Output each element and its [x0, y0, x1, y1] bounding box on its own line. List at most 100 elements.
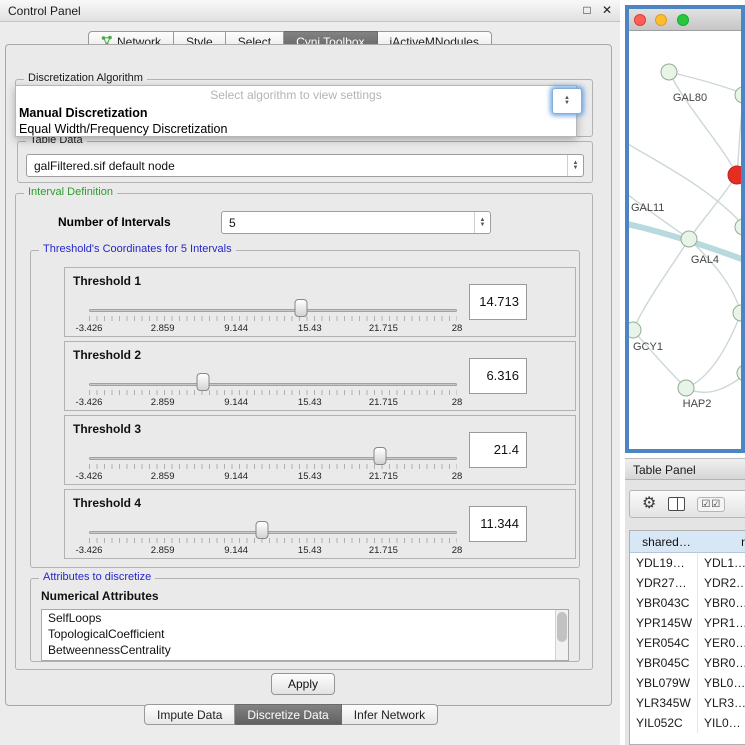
slider-ticks	[89, 464, 457, 469]
close-window-icon[interactable]	[634, 14, 646, 26]
threshold-2-slider[interactable]	[89, 376, 457, 396]
table-row[interactable]: YER054C YER0…	[630, 633, 745, 653]
cell-shared-name[interactable]: YDR27…	[630, 573, 698, 593]
selected-red-node[interactable]	[728, 166, 741, 184]
number-of-intervals-label: Number of Intervals	[58, 215, 171, 229]
network-canvas[interactable]: GAL80 GAL11 GAL4 GCY1 HAP2	[629, 31, 741, 449]
slider-scale-labels: -3.426 2.859 9.144 15.43 21.715 28	[89, 545, 457, 557]
scrollbar-thumb[interactable]	[557, 612, 567, 642]
scale-label: 2.859	[151, 323, 175, 334]
scale-label: 2.859	[151, 471, 175, 482]
threshold-1-slider-thumb[interactable]	[295, 299, 308, 317]
panel-title: Control Panel	[8, 4, 81, 18]
cell-name[interactable]: YIL0…	[698, 713, 745, 733]
algorithm-option-equal-width-frequency[interactable]: Equal Width/Frequency Discretization	[16, 121, 576, 137]
tab-discretize-data[interactable]: Discretize Data	[235, 704, 341, 725]
scale-label: 28	[452, 471, 463, 482]
cell-name[interactable]: YBR0…	[698, 653, 745, 673]
algorithm-dropdown-popup: Select algorithm to view settings Manual…	[15, 85, 577, 137]
node-label: HAP2	[683, 398, 712, 410]
tab-infer-network[interactable]: Infer Network	[342, 704, 438, 725]
table-row[interactable]: YBR045C YBR0…	[630, 653, 745, 673]
threshold-3-label: Threshold 3	[73, 422, 141, 436]
scale-label: 28	[452, 323, 463, 334]
cell-name[interactable]: YBL0…	[698, 673, 745, 693]
algorithm-combo-stepper[interactable]: ▲▼	[552, 88, 582, 114]
threshold-1-slider[interactable]	[89, 302, 457, 322]
tab-impute-data[interactable]: Impute Data	[144, 704, 235, 725]
minimize-window-icon[interactable]	[655, 14, 667, 26]
column-header-name[interactable]: n…	[698, 531, 745, 553]
node-labels: GAL80 GAL11 GAL4 GCY1 HAP2	[631, 92, 719, 410]
threshold-1-box: Threshold 1 -3.426 2.859 9.144 15.43 21.…	[64, 267, 576, 337]
cell-name[interactable]: YBR0…	[698, 593, 745, 613]
threshold-1-value-field[interactable]: 14.713	[469, 284, 527, 320]
scale-label: 9.144	[224, 545, 248, 556]
table-panel-toolbar: ⚙ ☑☑	[629, 490, 745, 518]
select-columns-checkboxes-icon[interactable]: ☑☑	[697, 497, 725, 512]
scale-label: 28	[452, 545, 463, 556]
list-scrollbar[interactable]	[555, 610, 568, 660]
stepper-arrows-icon: ▲▼	[553, 89, 581, 113]
threshold-4-slider-thumb[interactable]	[255, 521, 268, 539]
list-item[interactable]: TopologicalCoefficient	[42, 626, 568, 642]
cell-shared-name[interactable]: YLR345W	[630, 693, 698, 713]
table-row[interactable]: YDL19… YDL1…	[630, 553, 745, 573]
cell-shared-name[interactable]: YDL19…	[630, 553, 698, 573]
table-row[interactable]: YPR145W YPR1…	[630, 613, 745, 633]
show-columns-icon[interactable]	[668, 497, 685, 511]
threshold-3-value-field[interactable]: 21.4	[469, 432, 527, 468]
list-item[interactable]: SelfLoops	[42, 610, 568, 626]
number-of-intervals-combobox[interactable]: 5 ▲▼	[221, 211, 491, 234]
cell-shared-name[interactable]: YBR043C	[630, 593, 698, 613]
slider-scale-labels: -3.426 2.859 9.144 15.43 21.715 28	[89, 323, 457, 335]
scale-label: 21.715	[369, 323, 398, 334]
threshold-4-slider[interactable]	[89, 524, 457, 544]
table-row[interactable]: YBR043C YBR0…	[630, 593, 745, 613]
cell-shared-name[interactable]: YBL079W	[630, 673, 698, 693]
threshold-3-slider[interactable]	[89, 450, 457, 470]
table-row[interactable]: YIL052C YIL0…	[630, 713, 745, 733]
cell-name[interactable]: YPR1…	[698, 613, 745, 633]
scale-label: 9.144	[224, 323, 248, 334]
scale-label: -3.426	[76, 323, 103, 334]
table-row[interactable]: YLR345W YLR3…	[630, 693, 745, 713]
slider-track	[89, 383, 457, 386]
table-header-row: shared… n…	[630, 531, 745, 553]
table-panel-body: ⚙ ☑☑ shared… n… YDL19… YDL1… YDR27… YDR2…	[625, 480, 745, 745]
numerical-attributes-heading: Numerical Attributes	[41, 589, 159, 603]
cell-shared-name[interactable]: YPR145W	[630, 613, 698, 633]
cell-shared-name[interactable]: YIL052C	[630, 713, 698, 733]
cell-name[interactable]: YER0…	[698, 633, 745, 653]
scale-label: 15.43	[298, 471, 322, 482]
threshold-3-slider-thumb[interactable]	[373, 447, 386, 465]
column-header-shared-name[interactable]: shared…	[630, 531, 698, 553]
cell-name[interactable]: YDL1…	[698, 553, 745, 573]
list-item[interactable]: BetweennessCentrality	[42, 642, 568, 658]
threshold-2-label: Threshold 2	[73, 348, 141, 362]
close-panel-icon[interactable]: ✕	[602, 3, 612, 17]
cell-name[interactable]: YDR2…	[698, 573, 745, 593]
table-row[interactable]: YDR27… YDR2…	[630, 573, 745, 593]
threshold-2-slider-thumb[interactable]	[197, 373, 210, 391]
cell-shared-name[interactable]: YER054C	[630, 633, 698, 653]
discretization-algorithm-group-label: Discretization Algorithm	[24, 72, 147, 84]
scale-label: 15.43	[298, 397, 322, 408]
node-attribute-table[interactable]: shared… n… YDL19… YDL1… YDR27… YDR2… YBR…	[629, 530, 745, 745]
control-panel-window: Control Panel □ ✕ Network Style	[0, 0, 620, 745]
numerical-attributes-list[interactable]: SelfLoops TopologicalCoefficient Between…	[41, 609, 569, 661]
node-label: GAL11	[631, 202, 664, 214]
float-window-icon[interactable]: □	[583, 3, 590, 17]
zoom-window-icon[interactable]	[677, 14, 689, 26]
slider-ticks	[89, 538, 457, 543]
table-data-combobox[interactable]: galFiltered.sif default node ▲▼	[26, 154, 584, 177]
apply-button[interactable]: Apply	[271, 673, 335, 695]
threshold-2-value-field[interactable]: 6.316	[469, 358, 527, 394]
table-row[interactable]: YBL079W YBL0…	[630, 673, 745, 693]
cell-name[interactable]: YLR3…	[698, 693, 745, 713]
cell-shared-name[interactable]: YBR045C	[630, 653, 698, 673]
algorithm-option-manual-discretization[interactable]: Manual Discretization	[16, 105, 576, 121]
threshold-4-value-field[interactable]: 11.344	[469, 506, 527, 542]
settings-gear-icon[interactable]: ⚙	[642, 496, 656, 512]
scale-label: 2.859	[151, 397, 175, 408]
